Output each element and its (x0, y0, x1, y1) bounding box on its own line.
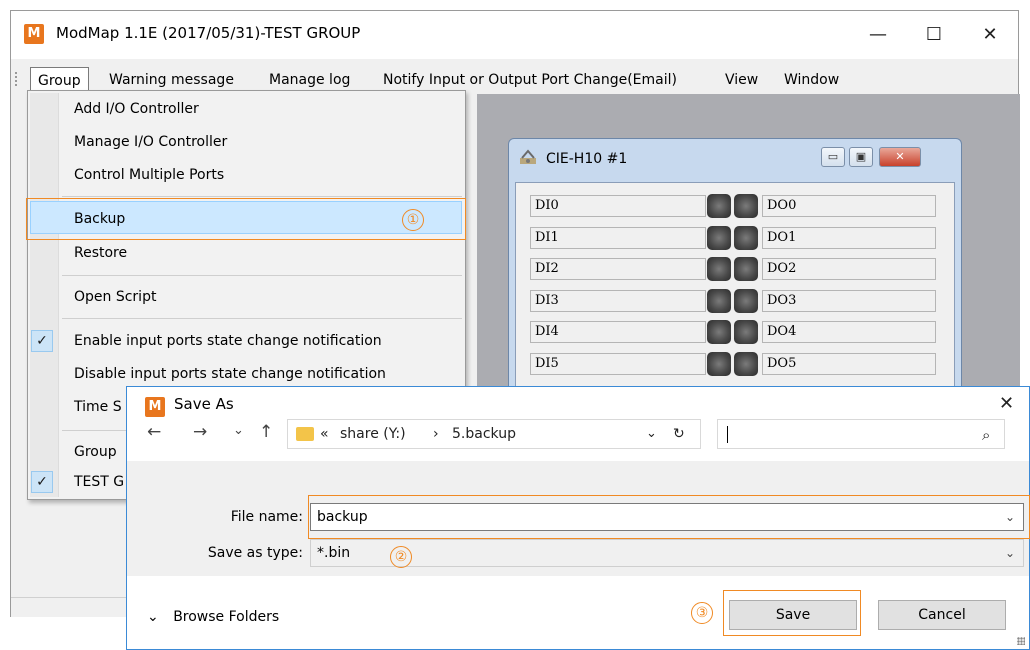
digital-input-field: DI4 (530, 321, 706, 343)
dialog-close-button[interactable]: ✕ (999, 393, 1014, 414)
digital-output-field: DO2 (762, 258, 936, 280)
menu-separator (62, 318, 462, 319)
resize-grip[interactable] (1017, 637, 1025, 645)
check-icon: ✓ (31, 471, 53, 493)
address-overflow[interactable]: « (320, 426, 329, 442)
dialog-title: Save As (174, 395, 234, 413)
device-maximize-button[interactable]: ▣ (849, 147, 873, 167)
output-lamp-button[interactable] (734, 194, 758, 218)
file-name-label: File name: (230, 509, 303, 525)
address-segment-share[interactable]: share (Y:) (340, 426, 406, 442)
menu-item-group[interactable]: Group (74, 444, 117, 460)
input-lamp-icon (707, 194, 731, 218)
forward-arrow-icon[interactable]: → (193, 422, 207, 442)
step1-highlight-box (26, 198, 466, 240)
menu-item-add-io-controller[interactable]: Add I/O Controller (74, 101, 199, 117)
digital-input-field: DI5 (530, 352, 706, 375)
text-caret (727, 426, 728, 443)
folder-icon (296, 427, 314, 441)
save-type-select[interactable]: *.bin ⌄ (310, 539, 1024, 567)
cancel-button[interactable]: Cancel (878, 600, 1006, 630)
maximize-button[interactable]: ☐ (919, 21, 949, 47)
digital-output-field: DO4 (762, 321, 936, 343)
output-lamp-button[interactable] (734, 225, 758, 250)
menu-item-disable-notification[interactable]: Disable input ports state change notific… (74, 366, 386, 382)
search-icon[interactable]: ⌕ (982, 426, 990, 444)
menu-view[interactable]: View (725, 67, 758, 93)
output-lamp-button[interactable] (734, 320, 758, 344)
menu-window[interactable]: Window (784, 67, 839, 93)
digital-input-field: DI2 (530, 258, 706, 280)
digital-input-field: DI0 (530, 195, 706, 217)
step3-highlight-box (723, 590, 861, 636)
step1-marker: ① (402, 209, 424, 231)
address-bar[interactable]: « share (Y:) › 5.backup ⌄ ↻ (287, 419, 701, 449)
address-separator: › (433, 426, 439, 442)
browse-folders-toggle[interactable]: ⌄ Browse Folders (147, 609, 279, 625)
app-logo-icon: M (145, 397, 165, 417)
menu-icon-strip (30, 93, 59, 497)
address-dropdown-chevron-icon[interactable]: ⌄ (646, 426, 657, 441)
chevron-down-icon: ⌄ (147, 609, 159, 625)
menu-item-manage-io-controller[interactable]: Manage I/O Controller (74, 134, 227, 150)
save-type-value: *.bin (317, 545, 351, 561)
chevron-down-icon[interactable]: ⌄ (1005, 540, 1015, 566)
input-lamp-icon (707, 351, 731, 376)
menu-grip[interactable] (15, 72, 20, 86)
output-lamp-button[interactable] (734, 351, 758, 376)
digital-output-field: DO3 (762, 289, 936, 312)
digital-output-field: DO5 (762, 352, 936, 375)
input-lamp-icon (707, 257, 731, 281)
device-window-title: CIE-H10 #1 (546, 151, 628, 167)
digital-output-field: DO0 (762, 195, 936, 217)
up-arrow-icon[interactable]: ↑ (259, 422, 273, 442)
menu-item-time-settings[interactable]: Time S (74, 399, 122, 415)
minimize-button[interactable]: — (863, 21, 893, 47)
address-segment-backup[interactable]: 5.backup (452, 426, 516, 442)
menu-item-control-multiple-ports[interactable]: Control Multiple Ports (74, 167, 224, 183)
digital-input-field: DI3 (530, 289, 706, 312)
back-arrow-icon[interactable]: ← (147, 422, 161, 442)
input-lamp-icon (707, 320, 731, 344)
recent-locations-chevron-icon[interactable]: ⌄ (233, 423, 244, 438)
step2-marker: ② (390, 546, 412, 568)
menu-item-test-group[interactable]: TEST G (74, 474, 124, 490)
menu-separator (62, 275, 462, 276)
digital-output-field: DO1 (762, 226, 936, 249)
digital-input-field: DI1 (530, 226, 706, 249)
device-minimize-button[interactable]: ▭ (821, 147, 845, 167)
save-type-label: Save as type: (207, 545, 303, 561)
app-logo-icon: M (24, 24, 44, 44)
menu-item-enable-notification[interactable]: Enable input ports state change notifica… (74, 333, 382, 349)
browse-folders-label: Browse Folders (173, 609, 280, 625)
close-button[interactable]: ✕ (975, 21, 1005, 47)
output-lamp-button[interactable] (734, 257, 758, 281)
check-icon: ✓ (31, 330, 53, 352)
device-icon (518, 148, 538, 168)
search-input[interactable]: ⌕ (717, 419, 1005, 449)
step3-marker: ③ (691, 602, 713, 624)
window-title: ModMap 1.1E (2017/05/31)-TEST GROUP (56, 24, 361, 42)
device-close-button[interactable]: ✕ (879, 147, 921, 167)
menu-separator (62, 196, 462, 197)
output-lamp-button[interactable] (734, 288, 758, 313)
menu-item-open-script[interactable]: Open Script (74, 289, 156, 305)
menu-item-restore[interactable]: Restore (74, 245, 127, 261)
step2-highlight-box (308, 495, 1030, 539)
refresh-icon[interactable]: ↻ (673, 426, 685, 442)
input-lamp-icon (707, 288, 731, 313)
input-lamp-icon (707, 225, 731, 250)
